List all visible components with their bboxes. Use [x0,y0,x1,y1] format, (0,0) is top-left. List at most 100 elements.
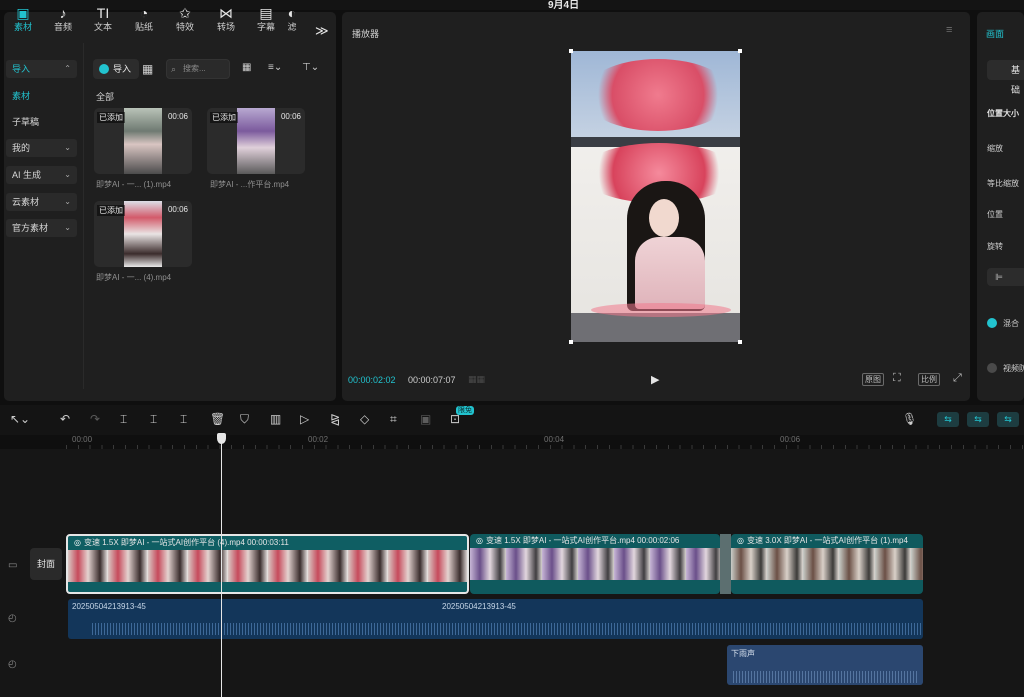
clip-header: ◎ 变速 1.5X 即梦AI - 一站式AI创作平台 (4).mp4 00:00:… [68,536,467,550]
resize-handle[interactable] [738,340,742,344]
resize-handle[interactable] [738,49,742,53]
play-icon[interactable]: ▶ [651,373,659,386]
crop-icon[interactable]: ⌗ [390,412,397,427]
menu-icon[interactable]: ≡ [946,24,952,36]
sticker-icon: ◔ [139,5,149,21]
ratio-button[interactable]: 比例 [918,373,940,386]
preview-blossom-tree [583,59,733,131]
video-editor-app: 9月4日 ▣ 素材 ♪ 音频 TI 文本 ◔ 贴纸 ✩ 特效 ⋈ 转场 ▤ 字幕… [0,0,1024,697]
blend-checkbox[interactable] [987,318,997,328]
sidebar-item-cloud[interactable]: 云素材 ⌄ [6,193,77,211]
split-icon[interactable]: ⌶ [120,412,127,427]
resize-handle[interactable] [569,340,573,344]
sidebar-item-import[interactable]: 导入 ⌃ [6,60,77,78]
split-right-icon[interactable]: ⌶ [180,412,187,427]
tab-canvas[interactable]: 画面 [986,27,1004,40]
align-left-icon[interactable]: ⊫ [987,268,1024,286]
video-track-icon[interactable]: ▭ [8,560,17,571]
qr-code-icon[interactable]: ▦ [142,62,153,76]
freeze-icon[interactable]: ▥ [270,412,281,426]
tab-media[interactable]: ▣ 素材 [4,4,42,33]
transition-marker[interactable] [720,534,731,594]
media-item[interactable]: 已添加 00:06 [94,201,192,267]
clip-header: ◎ 变速 3.0X 即梦AI - 一站式AI创作平台 (1).mp4 [731,534,923,548]
import-button[interactable]: 导入 [93,59,139,79]
scale-label: 缩放 [987,144,1003,153]
cover-button[interactable]: 封面 [30,548,62,580]
tab-transition-label: 转场 [216,22,235,32]
video-clip[interactable]: ◎ 变速 3.0X 即梦AI - 一站式AI创作平台 (1).mp4 [731,534,923,594]
mask-icon[interactable]: ⛉ [240,412,249,427]
tab-filter[interactable]: ◐ 滤 [280,4,304,33]
rotate-icon[interactable]: ◇ [360,412,369,426]
chevron-down-icon: ⌄ [64,223,71,232]
magnet-icon[interactable]: ⇆ [967,412,989,427]
ruler-label: 00:06 [780,435,801,444]
sound-effect-clip[interactable]: 下雨声 [727,645,923,685]
link-main-track-icon[interactable]: ⇆ [937,412,959,427]
select-cursor-icon[interactable]: ↖⌄ [10,412,30,426]
tab-transition[interactable]: ⋈ 转场 [207,4,245,33]
sfx-track-icon[interactable]: ◴ [8,659,17,670]
tab-audio[interactable]: ♪ 音频 [44,4,82,33]
media-item[interactable]: 已添加 00:06 [207,108,305,174]
fullscreen-icon[interactable]: ⤢ [953,372,962,385]
uniform-scale-label: 等比缩放 [987,179,1019,188]
sidebar-item-ai-generate[interactable]: AI 生成 ⌄ [6,166,77,184]
filter-icon: ◐ [287,5,297,21]
original-button[interactable]: 原图 [862,373,884,386]
redo-icon[interactable]: ↷ [90,412,100,426]
sidebar-item-label: 我的 [12,143,31,153]
stabilize-checkbox[interactable] [987,363,997,373]
preview-axis-icon[interactable]: ⇆ [997,412,1019,427]
duration-label: 00:06 [167,112,188,121]
sidebar-item-subdraft[interactable]: 子草稿 [6,113,77,131]
resize-handle[interactable] [569,49,573,53]
tab-filter-label: 滤 [287,22,297,32]
image-edit-icon[interactable]: ▣ [420,412,431,426]
media-name: 即梦AI - ...作平台.mp4 [210,180,290,189]
audio-track-icon[interactable]: ◴ [8,613,17,624]
media-item[interactable]: 已添加 00:06 [94,108,192,174]
tab-text[interactable]: TI 文本 [84,4,122,33]
audio-clip[interactable]: 20250504213913-45 20250504213913-45 [68,599,923,639]
position-label: 位置 [987,210,1003,219]
filter-dropdown-icon[interactable]: ⊤⌄ [302,62,319,73]
grid-view-icon[interactable]: ▦ [242,62,251,73]
delete-icon[interactable]: 🗑 [210,412,225,426]
tab-effects[interactable]: ✩ 特效 [166,4,204,33]
search-input[interactable]: ⌕ 搜索... [166,59,230,79]
more-tabs-icon[interactable]: ≫ [315,23,329,39]
mirror-icon[interactable]: ⧎ [330,412,340,426]
rotation-label: 旋转 [987,242,1003,251]
video-clip[interactable]: ◎ 变速 1.5X 即梦AI - 一站式AI创作平台.mp4 00:00:02:0… [470,534,720,594]
preview-figure-robe [635,237,705,309]
video-preview[interactable] [571,51,740,342]
sidebar-item-label: 子草稿 [12,117,40,127]
playhead-handle[interactable] [217,433,226,444]
playhead[interactable] [221,435,222,697]
sidebar-item-official[interactable]: 官方素材 ⌄ [6,219,77,237]
duration-label: 00:06 [280,112,301,121]
import-label: 导入 [113,64,132,74]
tab-sticker[interactable]: ◔ 贴纸 [125,4,163,33]
search-icon: ⌕ [171,64,177,74]
blend-label: 混合 [1003,319,1019,328]
fit-screen-icon[interactable]: ⛶ [893,372,901,385]
sfx-clip-label: 下雨声 [731,649,755,658]
basic-button[interactable]: 基础 [987,60,1024,95]
speed-badge-icon: ◎ [74,538,81,547]
sidebar-item-media[interactable]: 素材 [6,87,77,105]
sidebar-item-mine[interactable]: 我的 ⌄ [6,139,77,157]
added-badge: 已添加 [210,112,238,123]
sort-icon[interactable]: ≡⌄ [268,62,282,73]
undo-icon[interactable]: ↶ [60,412,70,426]
microphone-icon[interactable]: 🎙 [902,412,917,426]
split-left-icon[interactable]: ⌶ [150,412,157,427]
chevron-down-icon: ⌄ [64,170,71,179]
preview-petals [591,303,731,317]
preview-figure-face [649,199,679,237]
speed-icon[interactable]: ▷ [300,412,309,426]
timecode-grid-icon[interactable]: ▦▦ [468,374,485,385]
video-clip[interactable]: ◎ 变速 1.5X 即梦AI - 一站式AI创作平台 (4).mp4 00:00:… [66,534,469,594]
